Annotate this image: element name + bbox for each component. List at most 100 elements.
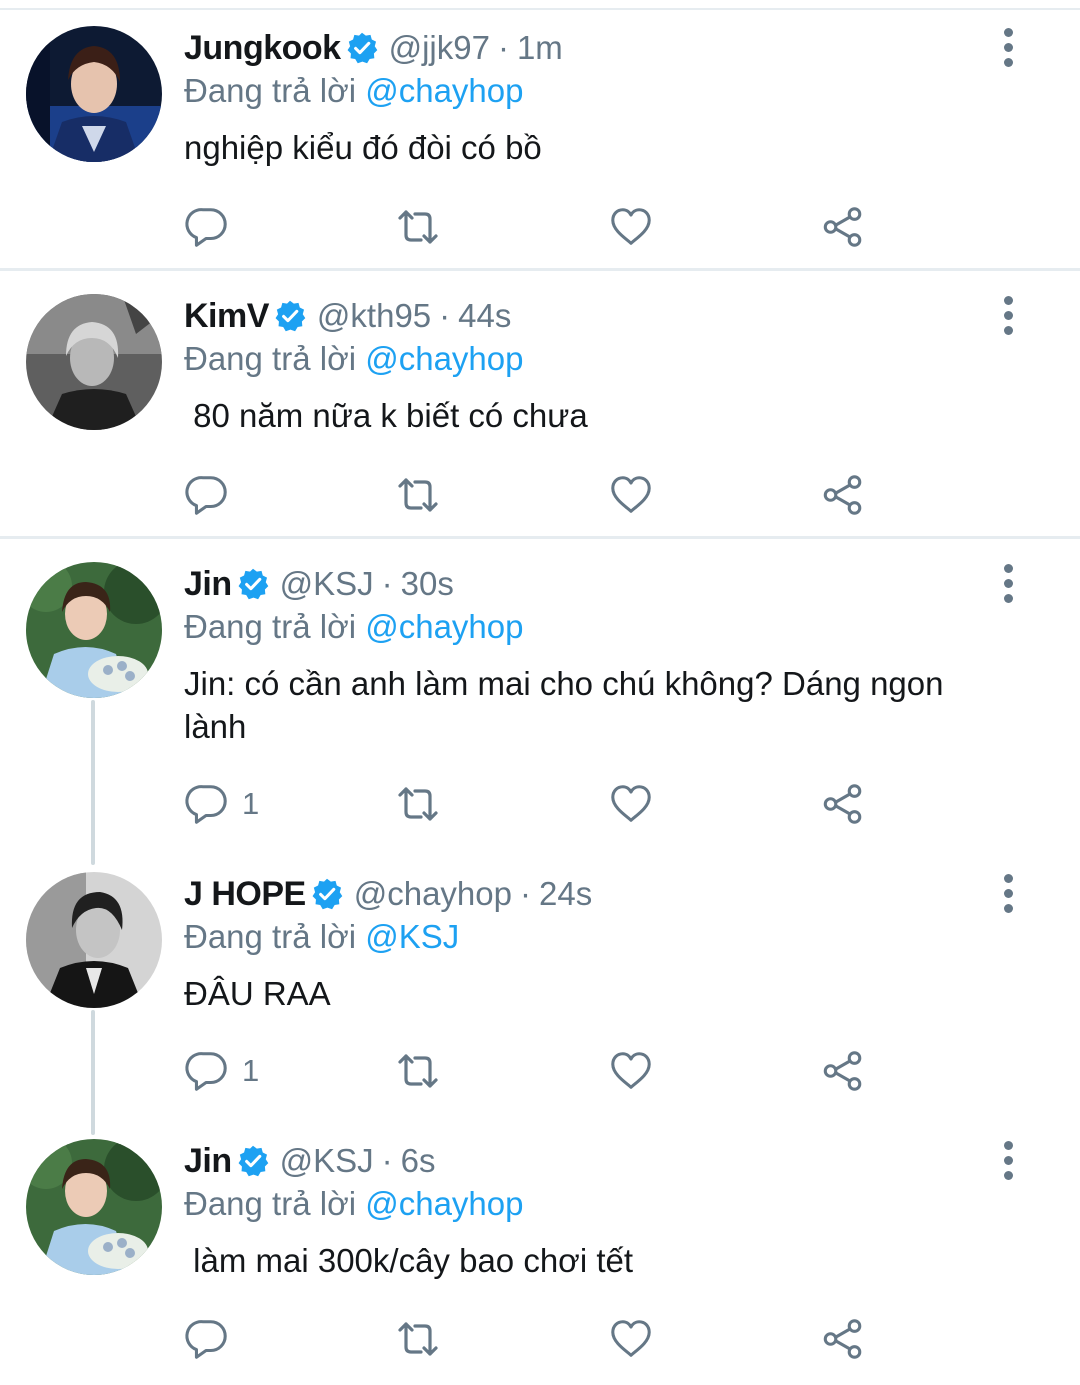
- tweet-header: KimV @kth95 · 44s: [184, 294, 511, 338]
- thread-connector: [91, 700, 95, 865]
- reply-icon: [184, 781, 230, 827]
- more-options-icon[interactable]: [995, 564, 1021, 610]
- display-name[interactable]: Jin: [184, 1142, 232, 1181]
- tweet-thread: Jungkook @jjk97 · 1m Đang trả lời @chayh…: [0, 0, 1080, 1385]
- avatar[interactable]: [26, 26, 162, 162]
- retweet-button[interactable]: [394, 202, 442, 252]
- avatar[interactable]: [26, 294, 162, 430]
- reply-icon: [184, 1048, 230, 1094]
- reply-count: 1: [242, 786, 260, 821]
- replying-label: Đang trả lời: [184, 1185, 357, 1222]
- share-button[interactable]: [820, 779, 866, 829]
- retweet-icon: [394, 471, 442, 519]
- replying-to: Đang trả lời @chayhop: [184, 608, 523, 646]
- user-handle[interactable]: @KSJ: [280, 565, 374, 603]
- avatar[interactable]: [26, 1139, 162, 1275]
- user-handle[interactable]: @chayhop: [354, 875, 512, 913]
- retweet-button[interactable]: [394, 470, 442, 520]
- tweet-divider: [0, 536, 1080, 539]
- retweet-button[interactable]: [394, 779, 442, 829]
- heart-icon: [608, 204, 654, 250]
- like-button[interactable]: [608, 1046, 654, 1096]
- retweet-icon: [394, 1047, 442, 1095]
- tweet-text: 80 năm nữa k biết có chưa: [184, 397, 588, 434]
- avatar[interactable]: [26, 562, 162, 698]
- share-icon: [820, 1316, 866, 1362]
- verified-badge-icon: [345, 31, 379, 65]
- action-bar: [184, 1314, 884, 1364]
- mention-link[interactable]: @chayhop: [365, 340, 523, 377]
- tweet-header: Jungkook @jjk97 · 1m: [184, 26, 563, 70]
- timestamp[interactable]: 1m: [517, 29, 563, 67]
- user-handle[interactable]: @KSJ: [280, 1142, 374, 1180]
- display-name[interactable]: Jin: [184, 565, 232, 604]
- share-button[interactable]: [820, 1314, 866, 1364]
- separator-dot: ·: [381, 565, 393, 602]
- reply-button[interactable]: [184, 470, 242, 520]
- like-button[interactable]: [608, 1314, 654, 1364]
- reply-icon: [184, 204, 230, 250]
- share-button[interactable]: [820, 202, 866, 252]
- user-handle[interactable]: @jjk97: [389, 29, 490, 67]
- tweet-text: nghiệp kiểu đó đòi có bồ: [184, 129, 542, 166]
- separator-dot: ·: [381, 1142, 393, 1179]
- more-options-icon[interactable]: [995, 296, 1021, 342]
- retweet-button[interactable]: [394, 1046, 442, 1096]
- timestamp[interactable]: 6s: [401, 1142, 436, 1180]
- tweet-header: Jin @KSJ · 6s: [184, 1139, 436, 1183]
- verified-badge-icon: [236, 1144, 270, 1178]
- display-name[interactable]: KimV: [184, 297, 269, 336]
- mention-link[interactable]: @KSJ: [365, 918, 459, 955]
- tweet-text: ĐÂU RAA: [184, 975, 331, 1012]
- reply-button[interactable]: [184, 1314, 242, 1364]
- share-icon: [820, 204, 866, 250]
- separator-dot: ·: [439, 297, 451, 334]
- retweet-icon: [394, 203, 442, 251]
- verified-badge-icon: [310, 877, 344, 911]
- reply-button[interactable]: 1: [184, 779, 259, 829]
- like-button[interactable]: [608, 202, 654, 252]
- heart-icon: [608, 781, 654, 827]
- mention-link[interactable]: @chayhop: [365, 1185, 523, 1222]
- avatar[interactable]: [26, 872, 162, 1008]
- mention-link[interactable]: @chayhop: [365, 72, 523, 109]
- share-icon: [820, 1048, 866, 1094]
- thread-connector: [91, 1010, 95, 1135]
- timestamp[interactable]: 30s: [401, 565, 454, 603]
- mention-link[interactable]: @chayhop: [365, 608, 523, 645]
- heart-icon: [608, 1316, 654, 1362]
- reply-button[interactable]: [184, 202, 242, 252]
- timestamp[interactable]: 44s: [458, 297, 511, 335]
- tweet-divider: [0, 268, 1080, 271]
- heart-icon: [608, 1048, 654, 1094]
- reply-icon: [184, 1316, 230, 1362]
- replying-label: Đang trả lời: [184, 918, 357, 955]
- tweet-text: Jin: có cần anh làm mai cho chú không? D…: [184, 665, 944, 745]
- display-name[interactable]: Jungkook: [184, 29, 341, 68]
- action-bar: [184, 470, 884, 520]
- heart-icon: [608, 472, 654, 518]
- more-options-icon[interactable]: [995, 1141, 1021, 1187]
- replying-label: Đang trả lời: [184, 340, 357, 377]
- more-options-icon[interactable]: [995, 28, 1021, 74]
- display-name[interactable]: J HOPE: [184, 875, 306, 914]
- share-icon: [820, 781, 866, 827]
- tweet-header: Jin @KSJ · 30s: [184, 562, 454, 606]
- share-icon: [820, 472, 866, 518]
- replying-to: Đang trả lời @chayhop: [184, 72, 523, 110]
- retweet-button[interactable]: [394, 1314, 442, 1364]
- timestamp[interactable]: 24s: [539, 875, 592, 913]
- share-button[interactable]: [820, 470, 866, 520]
- like-button[interactable]: [608, 779, 654, 829]
- top-divider: [0, 8, 1080, 10]
- like-button[interactable]: [608, 470, 654, 520]
- tweet-header: J HOPE @chayhop · 24s: [184, 872, 592, 916]
- reply-button[interactable]: 1: [184, 1046, 259, 1096]
- user-handle[interactable]: @kth95: [317, 297, 431, 335]
- replying-label: Đang trả lời: [184, 608, 357, 645]
- tweet-text: làm mai 300k/cây bao chơi tết: [184, 1242, 634, 1279]
- replying-label: Đang trả lời: [184, 72, 357, 109]
- more-options-icon[interactable]: [995, 874, 1021, 920]
- action-bar: 1: [184, 1046, 884, 1096]
- share-button[interactable]: [820, 1046, 866, 1096]
